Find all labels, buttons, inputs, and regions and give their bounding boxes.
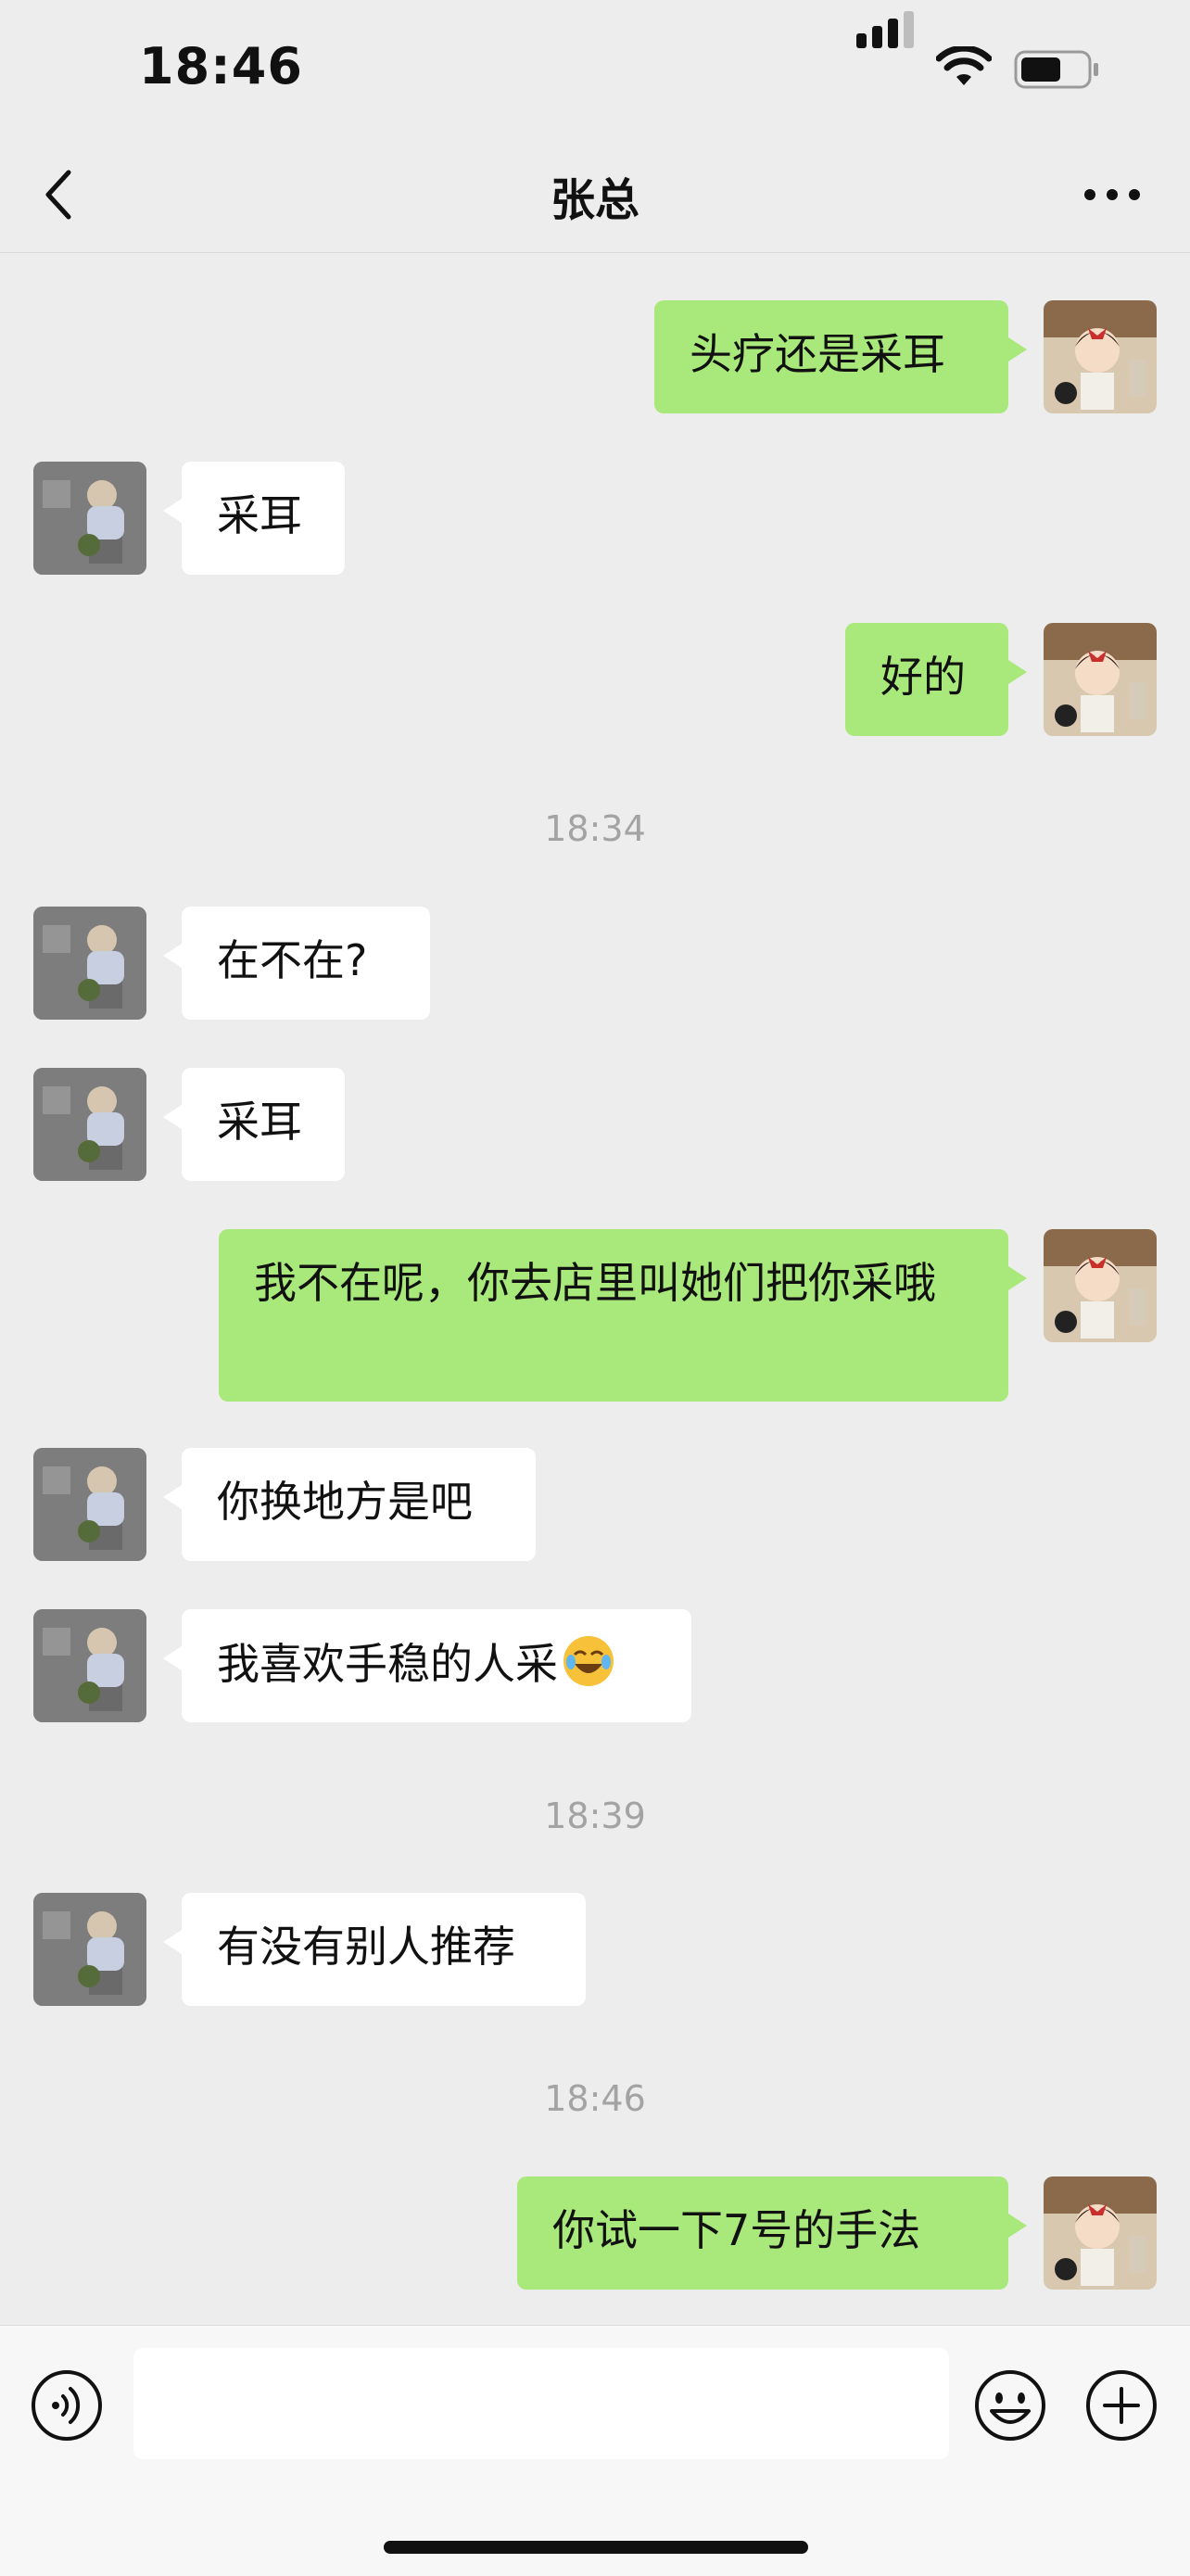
message-text: 好的 (880, 652, 966, 702)
photo-avatar-image (33, 1893, 146, 2006)
message-bubble-outgoing[interactable]: 头疗还是采耳 (654, 300, 1027, 413)
more-dots-icon[interactable] (1082, 187, 1142, 202)
timestamp: 18:39 (544, 1796, 646, 1836)
message-text: 采耳 (217, 490, 302, 540)
wifi-icon (936, 46, 992, 85)
message-bubble-incoming[interactable]: 你换地方是吧 (163, 1448, 536, 1561)
my-avatar[interactable] (1044, 623, 1157, 736)
message-bubble-incoming[interactable]: 在不在? (163, 907, 430, 1020)
message-text: 你换地方是吧 (217, 1477, 473, 1527)
message-bubble-outgoing[interactable]: 你试一下7号的手法 (517, 2176, 1027, 2290)
contact-avatar[interactable] (33, 462, 146, 575)
my-avatar[interactable] (1044, 1229, 1157, 1342)
status-bar: 18:46 (0, 0, 1190, 139)
nav-bar: 张总 (0, 139, 1190, 253)
message-bubble-incoming[interactable]: 采耳 (163, 1068, 345, 1181)
contact-avatar[interactable] (33, 1068, 146, 1181)
chat-input-bar (0, 2325, 1190, 2576)
contact-avatar[interactable] (33, 907, 146, 1020)
battery-icon (1014, 50, 1098, 89)
contact-avatar[interactable] (33, 1609, 146, 1722)
emoji-icon[interactable] (973, 2368, 1047, 2443)
message-text: 我喜欢手稳的人采 (217, 1639, 558, 1689)
photo-avatar-image (33, 462, 146, 575)
message-bubble-incoming[interactable]: 我喜欢手稳的人采 (163, 1609, 691, 1722)
girl-avatar-image (1044, 1229, 1157, 1342)
message-text: 有没有别人推荐 (217, 1922, 515, 1972)
my-avatar[interactable] (1044, 2176, 1157, 2290)
photo-avatar-image (33, 1448, 146, 1561)
girl-avatar-image (1044, 2176, 1157, 2290)
chat-title: 张总 (550, 174, 639, 226)
message-text: 在不在? (217, 935, 368, 985)
message-bubble-incoming[interactable]: 有没有别人推荐 (163, 1893, 586, 2006)
rolling-laughing-emoji (563, 1636, 614, 1686)
message-text: 采耳 (217, 1097, 302, 1147)
contact-avatar[interactable] (33, 1893, 146, 2006)
status-time: 18:46 (139, 37, 303, 95)
plus-icon[interactable] (1084, 2368, 1158, 2443)
photo-avatar-image (33, 1609, 146, 1722)
photo-avatar-image (33, 1068, 146, 1181)
message-bubble-outgoing[interactable]: 好的 (845, 623, 1027, 736)
message-text: 头疗还是采耳 (690, 329, 945, 379)
girl-avatar-image (1044, 300, 1157, 413)
timestamp: 18:34 (544, 808, 646, 849)
home-indicator[interactable] (384, 2541, 808, 2554)
message-input[interactable] (133, 2348, 949, 2459)
message-bubble-outgoing[interactable]: 我不在呢，你去店里叫她们把你采哦 (219, 1229, 1027, 1402)
message-text: 你试一下7号的手法 (552, 2205, 921, 2255)
contact-avatar[interactable] (33, 1448, 146, 1561)
message-text: 我不在呢，你去店里叫她们把你采哦 (254, 1258, 936, 1308)
photo-avatar-image (33, 907, 146, 1020)
my-avatar[interactable] (1044, 300, 1157, 413)
voice-icon[interactable] (30, 2368, 104, 2443)
timestamp: 18:46 (544, 2078, 646, 2119)
message-bubble-incoming[interactable]: 采耳 (163, 462, 345, 575)
girl-avatar-image (1044, 623, 1157, 736)
